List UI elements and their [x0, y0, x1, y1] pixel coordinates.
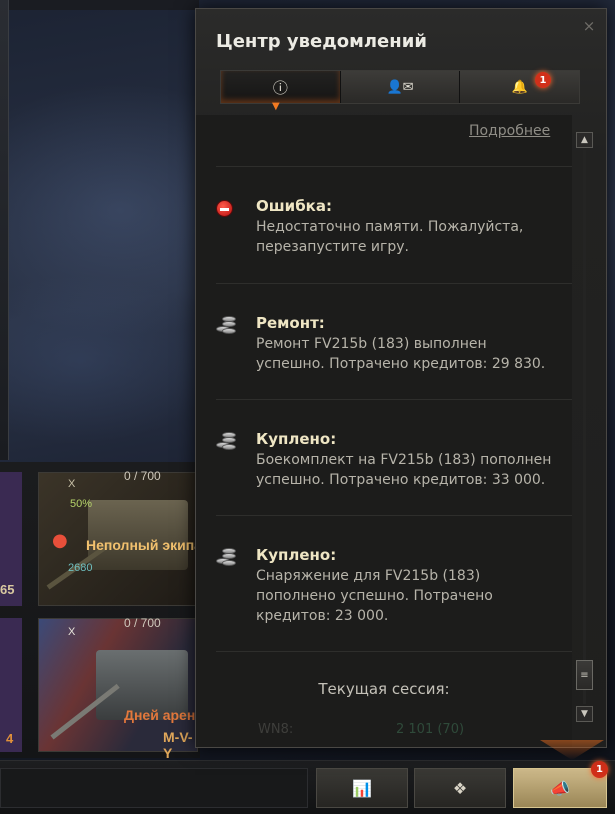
- crew-warning-icon: ●: [52, 530, 68, 551]
- megaphone-icon: 📣: [550, 778, 570, 798]
- tank-percent: 50%: [70, 498, 93, 510]
- notification-title: Ремонт:: [256, 314, 325, 332]
- credits-icon: [216, 432, 238, 452]
- notifications-badge: 1: [591, 761, 608, 778]
- rental-days-text: Дней аренды: [124, 707, 198, 723]
- session-stat-value: 2 101 (70): [396, 722, 465, 737]
- chat-input-area[interactable]: [0, 768, 308, 808]
- credits-icon: [216, 548, 238, 568]
- active-tab-indicator-icon: ▼: [272, 101, 280, 112]
- notification-center-panel: Центр уведомлений × ⓘ 👤✉ 🔔 1 ▼ Подробнее…: [195, 8, 607, 748]
- divider: [216, 283, 572, 284]
- tab-alerts[interactable]: 🔔 1: [460, 71, 580, 103]
- scrollbar-track[interactable]: [583, 150, 586, 704]
- scroll-down-icon[interactable]: ▼: [576, 706, 593, 722]
- notification-item: Куплено: Снаряжение для FV215b (183) поп…: [216, 546, 556, 626]
- notification-body: Ремонт FV215b (183) выполнен успешно. По…: [256, 336, 546, 372]
- left-edge-strip: [0, 0, 9, 460]
- notification-item: Куплено: Боекомплект на FV215b (183) поп…: [216, 430, 556, 490]
- stats-icon: 📊: [352, 778, 372, 798]
- hub-button[interactable]: ❖: [414, 768, 506, 808]
- session-label: Текущая сессия:: [318, 680, 450, 698]
- top-edge-strip: [9, 0, 199, 10]
- tank-tier: X: [68, 478, 76, 490]
- notification-item: Ремонт: Ремонт FV215b (183) выполнен усп…: [216, 314, 556, 374]
- notification-body: Недостаточно памяти. Пожалуйста, перезап…: [256, 219, 524, 255]
- tank-card-partial-number: 4: [6, 731, 14, 746]
- crew-warning-text: Неполный экипаж: [86, 537, 196, 553]
- error-icon: [216, 199, 238, 219]
- more-link[interactable]: Подробнее: [469, 123, 550, 139]
- tank-card-partial-number: 65: [0, 582, 15, 597]
- scroll-up-icon[interactable]: ▲: [576, 132, 593, 148]
- contacts-mail-icon: 👤✉: [386, 79, 414, 95]
- divider: [216, 651, 572, 652]
- tank-card-count: 0 / 700: [124, 616, 161, 630]
- notification-title: Ошибка:: [256, 197, 332, 215]
- tank-experience: 2680: [68, 562, 93, 574]
- tank-card-count: 0 / 700: [124, 469, 161, 483]
- info-icon: ⓘ: [272, 78, 288, 97]
- notification-body: Снаряжение для FV215b (183) пополнено ус…: [256, 568, 493, 624]
- tab-invitations[interactable]: 👤✉: [340, 71, 461, 103]
- tab-badge: 1: [535, 72, 552, 88]
- notification-item: Ошибка: Недостаточно памяти. Пожалуйста,…: [216, 197, 556, 257]
- scrollbar-thumb[interactable]: ≡: [576, 660, 593, 690]
- tank-tier: X: [68, 626, 76, 638]
- divider: [216, 166, 572, 167]
- tab-info[interactable]: ⓘ: [221, 71, 341, 103]
- panel-title: Центр уведомлений: [216, 31, 427, 52]
- tank-image: [88, 500, 188, 570]
- session-stat-label: WN8:: [258, 722, 294, 737]
- close-icon[interactable]: ×: [582, 19, 596, 34]
- bell-icon: 🔔: [511, 79, 528, 95]
- notification-title: Куплено:: [256, 430, 337, 448]
- notification-body: Боекомплект на FV215b (183) пополнен усп…: [256, 452, 552, 488]
- hub-icon: ❖: [452, 778, 468, 798]
- divider: [216, 515, 572, 516]
- notification-title: Куплено:: [256, 546, 337, 564]
- notification-tabs: ⓘ 👤✉ 🔔 1: [220, 70, 580, 104]
- divider: [216, 399, 572, 400]
- stats-button[interactable]: 📊: [316, 768, 408, 808]
- tank-name: M-V-Y: [163, 729, 193, 761]
- credits-icon: [216, 316, 238, 336]
